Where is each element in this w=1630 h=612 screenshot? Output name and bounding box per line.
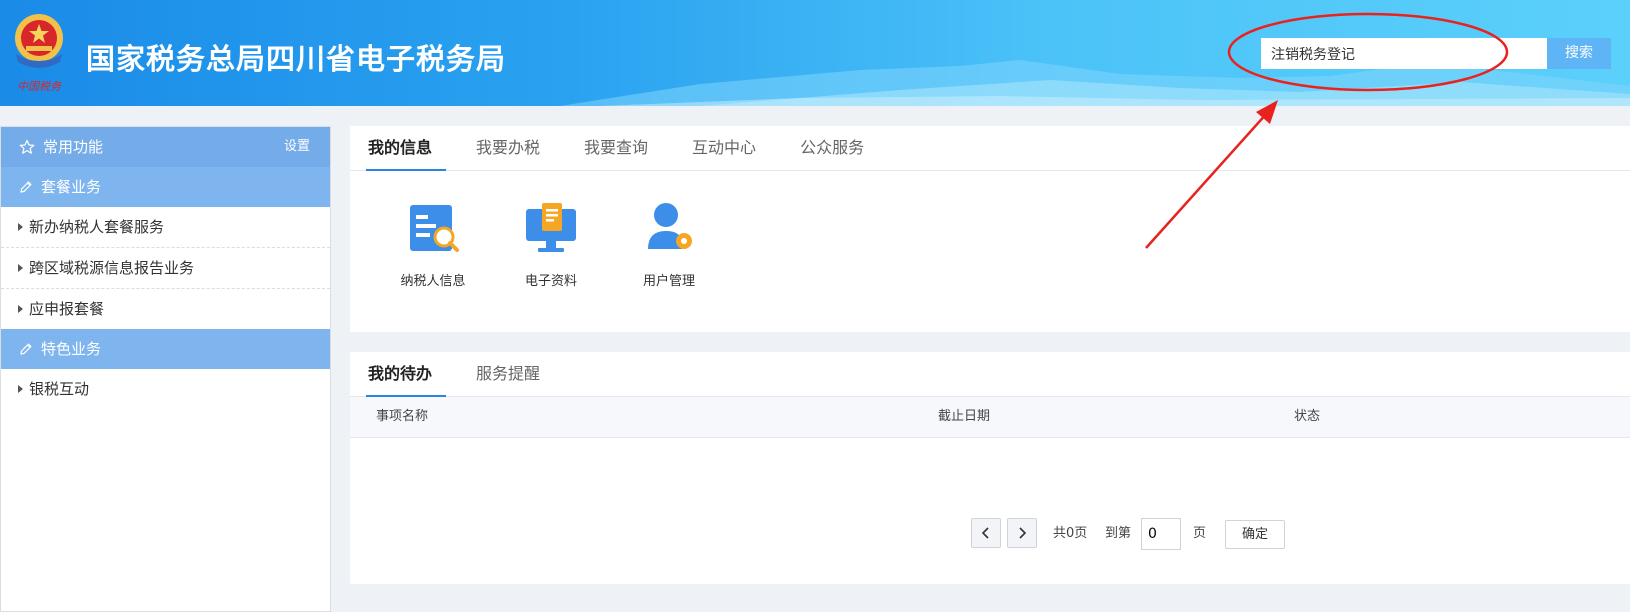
sidebar-section-featured[interactable]: 特色业务 bbox=[1, 329, 330, 369]
todo-tabs: 我的待办 服务提醒 bbox=[350, 352, 1630, 397]
info-tabs: 我的信息 我要办税 我要查询 互动中心 公众服务 bbox=[350, 126, 1630, 171]
shortcut-label: 纳税人信息 bbox=[400, 274, 466, 289]
column-header-status: 状态 bbox=[1294, 409, 1321, 424]
sidebar-section-title: 特色业务 bbox=[41, 340, 102, 358]
shortcut-taxpayer-info[interactable]: 纳税人信息 bbox=[383, 199, 483, 289]
shortcut-label: 电子资料 bbox=[524, 274, 577, 289]
prev-page-button[interactable] bbox=[971, 518, 1001, 548]
site-title: 国家税务总局四川省电子税务局 bbox=[86, 42, 507, 76]
sidebar-section-title: 常用功能 bbox=[43, 138, 104, 156]
column-header-deadline: 截止日期 bbox=[938, 409, 991, 424]
sidebar-item-label: 跨区域税源信息报告业务 bbox=[29, 259, 195, 277]
pencil-icon bbox=[19, 342, 33, 356]
search-button[interactable]: 搜索 bbox=[1547, 38, 1611, 69]
tax-emblem-icon: 中国税务 bbox=[15, 14, 63, 93]
total-pages-text: 共0页 bbox=[1053, 526, 1088, 541]
settings-link[interactable]: 设置 bbox=[284, 127, 310, 167]
sidebar-item-label: 应申报套餐 bbox=[29, 300, 105, 318]
column-header-item-name: 事项名称 bbox=[376, 409, 429, 424]
page-unit-label: 页 bbox=[1193, 526, 1207, 541]
taxpayer-info-icon bbox=[410, 205, 459, 252]
tab-public-service[interactable]: 公众服务 bbox=[800, 126, 864, 170]
tab-my-todo[interactable]: 我的待办 bbox=[365, 352, 447, 397]
shortcut-user-management[interactable]: 用户管理 bbox=[619, 199, 719, 289]
svg-text:中国税务: 中国税务 bbox=[17, 80, 62, 93]
star-icon bbox=[19, 139, 35, 155]
goto-label: 到第 bbox=[1105, 526, 1132, 541]
sidebar-section-common-functions[interactable]: 常用功能 设置 bbox=[1, 127, 330, 167]
shortcut-label: 用户管理 bbox=[642, 274, 695, 289]
tab-my-info[interactable]: 我的信息 bbox=[365, 126, 447, 171]
user-management-icon bbox=[648, 203, 692, 249]
sidebar-item-cross-region-report[interactable]: 跨区域税源信息报告业务 bbox=[1, 248, 330, 289]
next-page-button[interactable] bbox=[1007, 518, 1037, 548]
page-number-input[interactable] bbox=[1141, 518, 1181, 550]
sidebar-item-new-taxpayer-package[interactable]: 新办纳税人套餐服务 bbox=[1, 207, 330, 248]
sidebar: 常用功能 设置 套餐业务 新办纳税人套餐服务 跨区域税源信息报告业务 应申报套餐… bbox=[0, 126, 331, 612]
tab-handle-tax[interactable]: 我要办税 bbox=[476, 126, 540, 170]
caret-right-icon bbox=[18, 305, 23, 313]
site-header: 中国税务 国家税务总局四川省电子税务局 搜索 bbox=[0, 0, 1630, 106]
shortcut-electronic-documents[interactable]: 电子资料 bbox=[501, 199, 601, 289]
caret-right-icon bbox=[18, 223, 23, 231]
sidebar-item-label: 新办纳税人套餐服务 bbox=[29, 218, 165, 236]
tab-interaction-center[interactable]: 互动中心 bbox=[692, 126, 756, 170]
chevron-left-icon bbox=[981, 527, 989, 539]
search-input[interactable] bbox=[1261, 38, 1547, 69]
sidebar-item-declaration-package[interactable]: 应申报套餐 bbox=[1, 289, 330, 329]
pagination: 共0页 到第 页 确定 bbox=[350, 518, 1630, 550]
sidebar-section-packages[interactable]: 套餐业务 bbox=[1, 167, 330, 207]
todo-panel: 我的待办 服务提醒 事项名称 截止日期 状态 共0页 到第 页 确定 bbox=[350, 352, 1630, 584]
info-panel: 我的信息 我要办税 我要查询 互动中心 公众服务 纳税人信息 电子资料 用户管理 bbox=[350, 126, 1630, 332]
chevron-right-icon bbox=[1019, 527, 1027, 539]
confirm-page-button[interactable]: 确定 bbox=[1225, 520, 1285, 549]
caret-right-icon bbox=[18, 385, 23, 393]
caret-right-icon bbox=[18, 264, 23, 272]
electronic-documents-icon bbox=[526, 203, 576, 252]
tab-service-reminder[interactable]: 服务提醒 bbox=[476, 352, 540, 396]
sidebar-item-label: 银税互动 bbox=[29, 380, 90, 398]
sidebar-item-bank-tax-interaction[interactable]: 银税互动 bbox=[1, 369, 330, 409]
tab-query[interactable]: 我要查询 bbox=[584, 126, 648, 170]
pencil-icon bbox=[19, 180, 33, 194]
todo-table-header: 事项名称 截止日期 状态 bbox=[350, 397, 1630, 438]
sidebar-section-title: 套餐业务 bbox=[41, 178, 102, 196]
